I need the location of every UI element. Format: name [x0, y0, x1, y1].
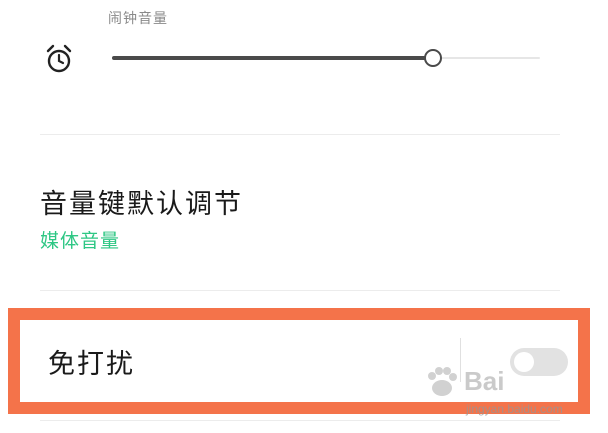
alarm-volume-slider[interactable] [112, 46, 540, 70]
watermark-brand: Bai [464, 366, 505, 396]
paw-logo-icon [428, 367, 457, 396]
alarm-volume-label: 闹钟音量 [108, 11, 168, 27]
volume-key-value: 媒体音量 [40, 230, 121, 252]
slider-thumb[interactable] [424, 49, 442, 67]
baidu-watermark: Bai jingyan.baidu.com [418, 352, 588, 422]
alarm-clock-icon [46, 44, 72, 73]
watermark-url: jingyan.baidu.com [466, 402, 563, 416]
slider-fill [112, 56, 433, 60]
volume-key-title: 音量键默认调节 [40, 189, 243, 220]
volume-key-default-row[interactable]: 音量键默认调节 媒体音量 [0, 170, 608, 260]
divider [40, 290, 560, 291]
divider [40, 134, 560, 135]
do-not-disturb-title: 免打扰 [48, 349, 135, 380]
